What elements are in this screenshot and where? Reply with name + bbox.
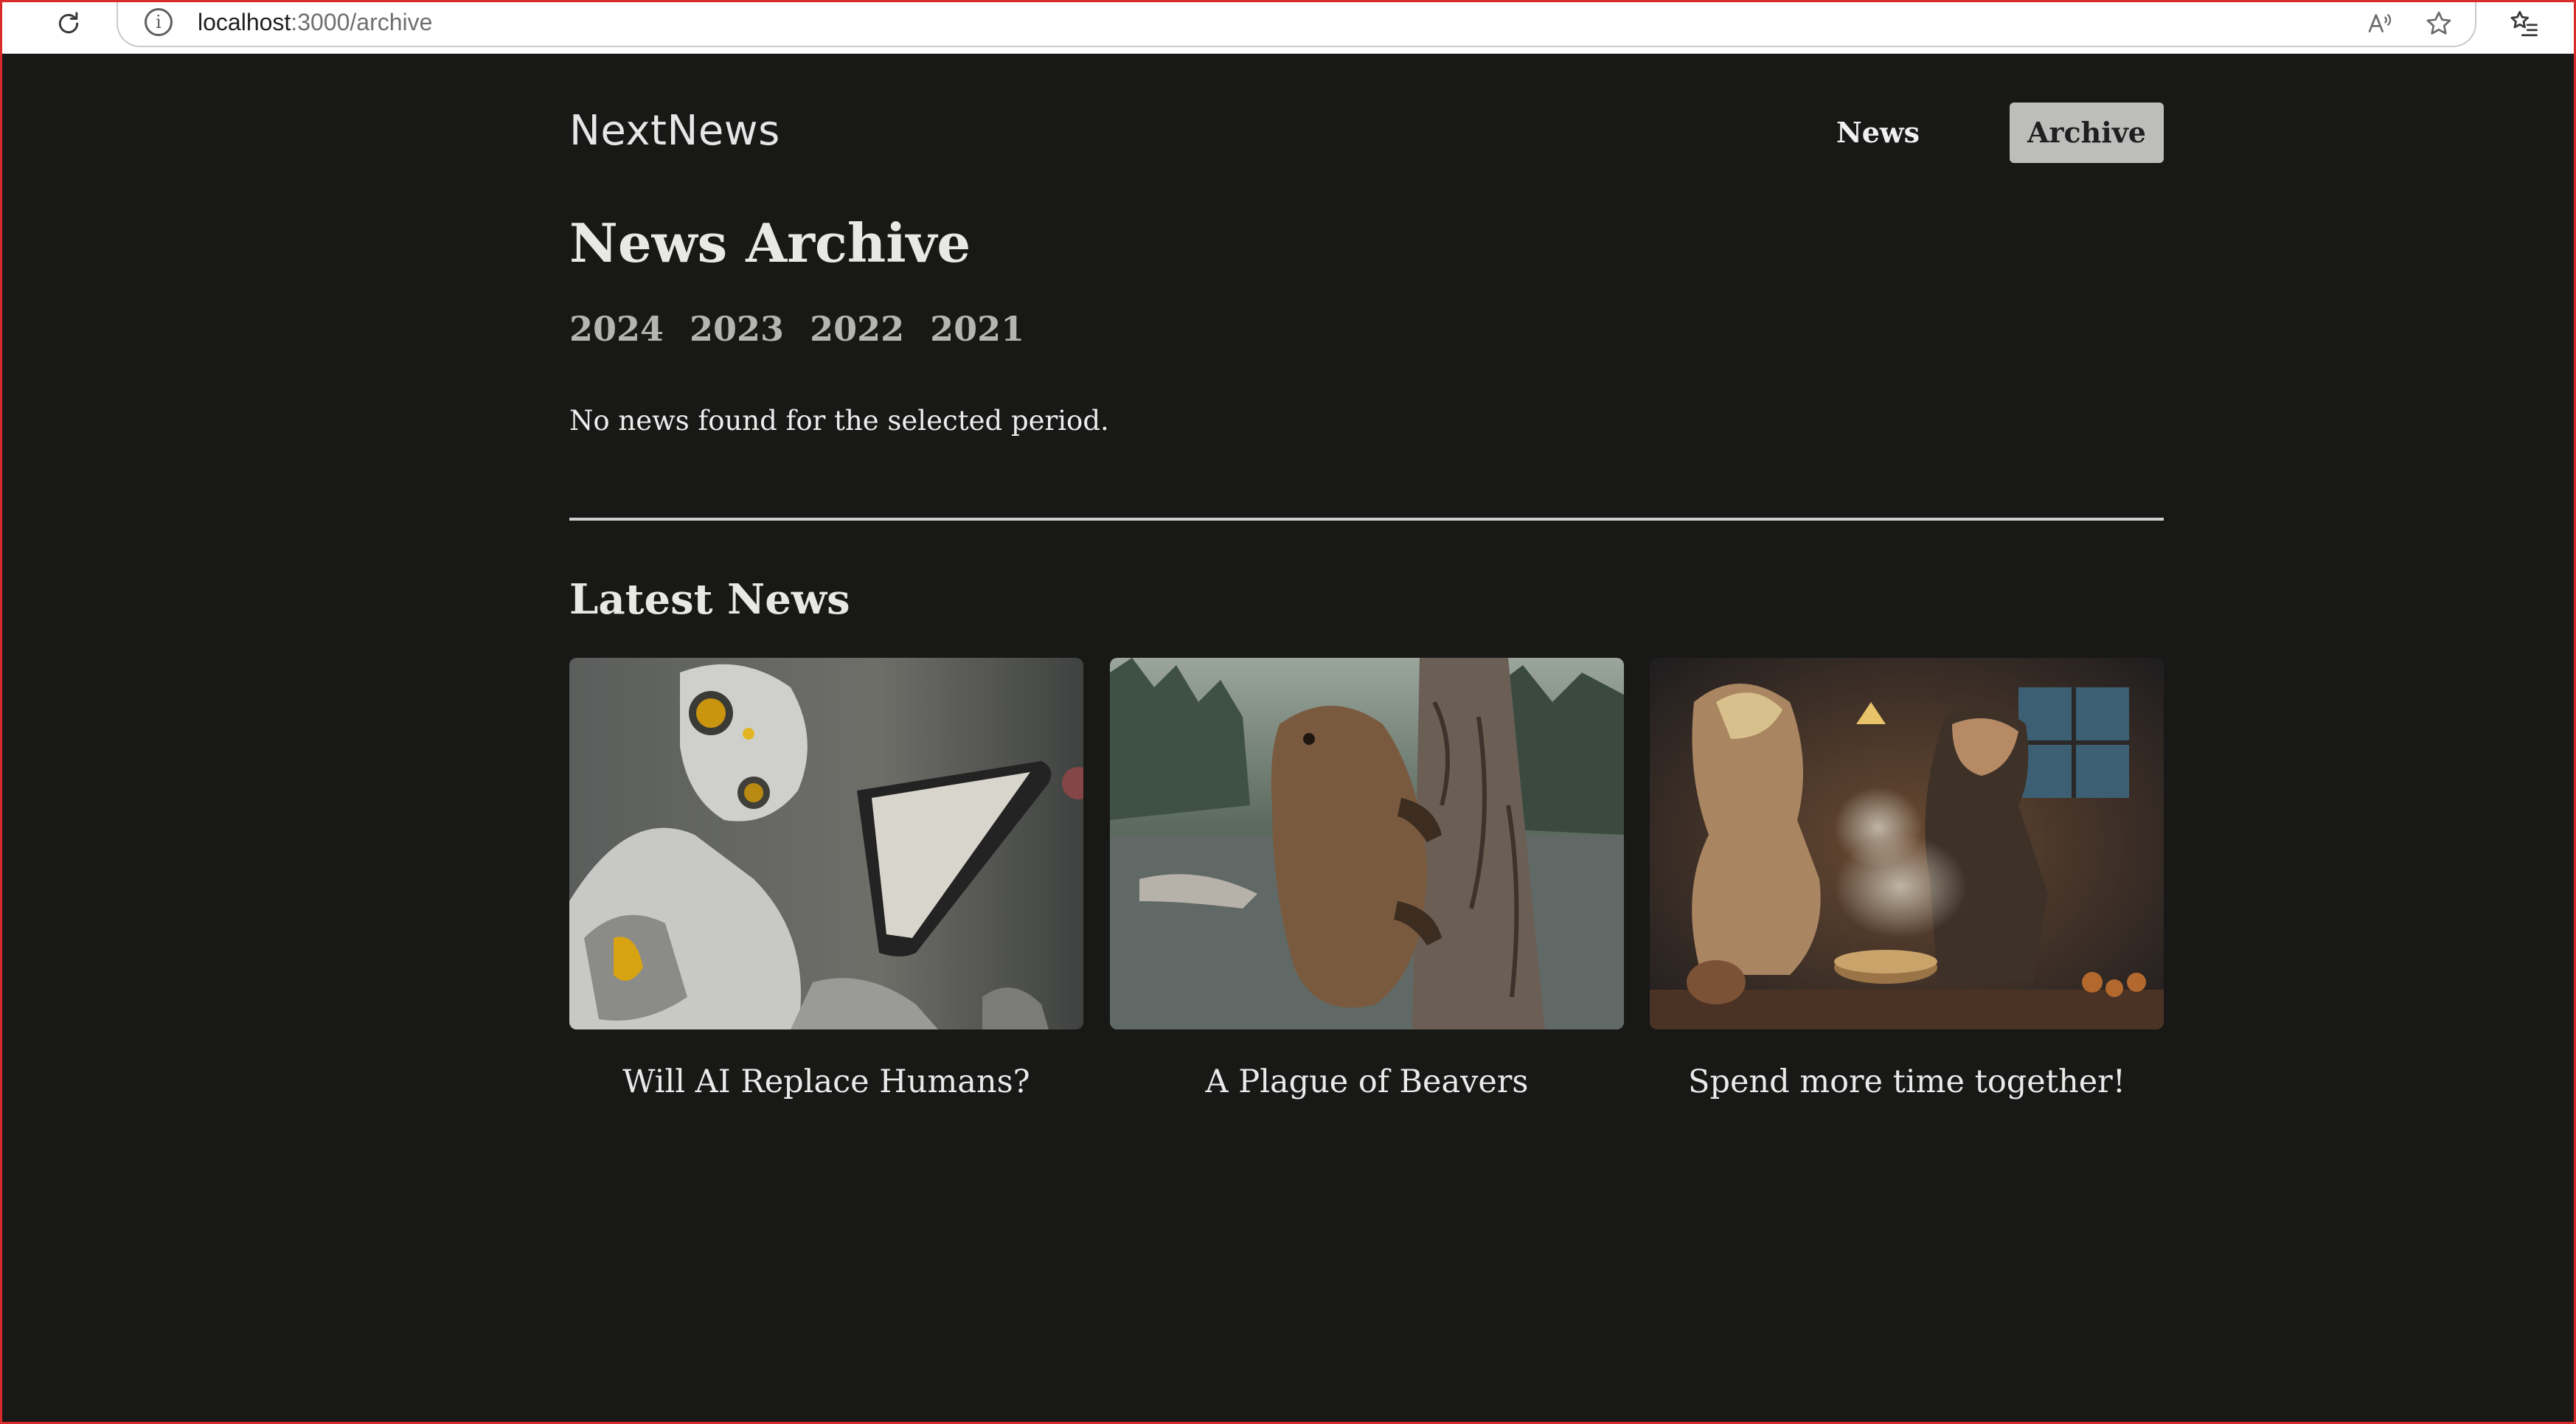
reload-icon[interactable] <box>50 5 87 42</box>
news-card[interactable]: Will AI Replace Humans? <box>569 658 1083 1100</box>
url-host: localhost <box>198 9 291 35</box>
news-image-robot[interactable] <box>569 658 1083 1029</box>
year-link-2024[interactable]: 2024 <box>569 303 664 355</box>
year-link-2023[interactable]: 2023 <box>690 303 784 355</box>
page-title: News Archive <box>569 212 971 274</box>
favorite-star-icon[interactable] <box>2420 4 2458 43</box>
favorites-list-icon[interactable] <box>2504 4 2543 43</box>
read-aloud-icon[interactable] <box>2360 4 2398 43</box>
news-card-title[interactable]: A Plague of Beavers <box>1110 1060 1624 1104</box>
browser-toolbar: i localhost:3000/archive <box>0 0 2576 54</box>
site-info-icon[interactable]: i <box>145 8 173 36</box>
year-filter: 2024 2023 2022 2021 <box>569 303 1050 355</box>
nav-link-archive[interactable]: Archive <box>2010 103 2164 163</box>
nav-link-news[interactable]: News <box>1836 103 1920 162</box>
news-image-beaver[interactable] <box>1110 658 1624 1029</box>
url-text[interactable]: localhost:3000/archive <box>198 6 432 38</box>
empty-state-message: No news found for the selected period. <box>569 405 1109 437</box>
section-divider <box>569 518 2164 521</box>
year-link-2022[interactable]: 2022 <box>810 303 904 355</box>
url-path: :3000/archive <box>291 9 433 35</box>
site-logo[interactable]: NextNews <box>569 105 780 157</box>
news-card[interactable]: Spend more time together! <box>1650 658 2164 1100</box>
news-card-title[interactable]: Spend more time together! <box>1650 1060 2164 1104</box>
latest-news-heading: Latest News <box>569 575 850 624</box>
news-card-title[interactable]: Will AI Replace Humans? <box>569 1060 1083 1104</box>
news-card[interactable]: A Plague of Beavers <box>1110 658 1624 1100</box>
news-image-couple-cooking[interactable] <box>1650 658 2164 1029</box>
year-link-2021[interactable]: 2021 <box>930 303 1024 355</box>
address-bar[interactable]: i localhost:3000/archive <box>117 0 2476 47</box>
